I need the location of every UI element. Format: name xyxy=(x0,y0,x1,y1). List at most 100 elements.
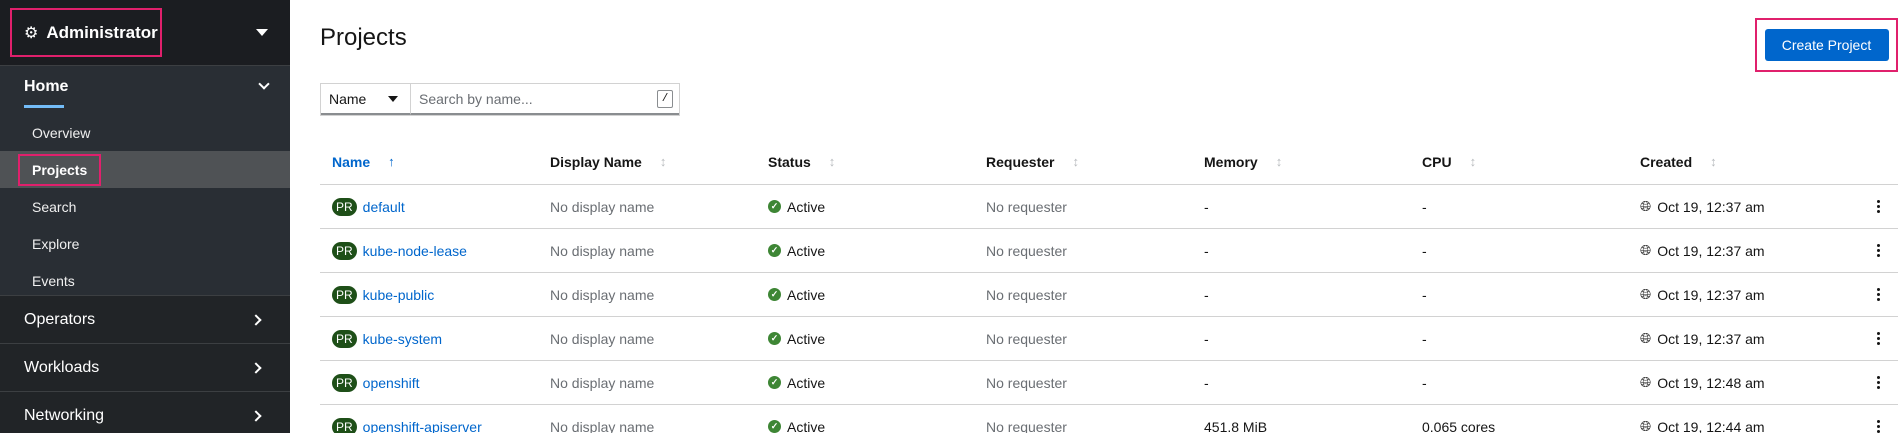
perspective-switcher[interactable]: ⚙ Administrator xyxy=(0,0,290,66)
cpu-cell: 0.065 cores xyxy=(1422,418,1496,433)
cpu-cell: - xyxy=(1422,374,1427,391)
search-input[interactable] xyxy=(419,90,649,107)
column-header-name[interactable]: Name ↑ xyxy=(320,154,538,170)
sidebar-item-explore[interactable]: Explore xyxy=(0,225,290,262)
column-header-requester[interactable]: Requester ↕ xyxy=(974,154,1192,170)
sort-icon: ↕ xyxy=(828,154,836,169)
sidebar-item-label: Search xyxy=(32,198,77,215)
kebab-icon xyxy=(1876,332,1880,345)
check-circle-icon: ✓ xyxy=(768,376,781,389)
create-project-button[interactable]: Create Project xyxy=(1764,29,1889,61)
search-box: / xyxy=(411,84,679,115)
kebab-icon xyxy=(1876,376,1880,389)
project-name-link[interactable]: default xyxy=(363,199,405,215)
filter-toolbar: Name / xyxy=(320,83,680,116)
sort-icon: ↕ xyxy=(659,154,667,169)
nav-section-label: Operators xyxy=(24,310,96,328)
nav-section-label: Workloads xyxy=(24,358,100,376)
sidebar-item-overview[interactable]: Overview xyxy=(0,114,290,151)
perspective-toggle[interactable]: ⚙ Administrator xyxy=(10,8,162,57)
chevron-right-icon xyxy=(250,409,262,422)
row-actions-kebab[interactable] xyxy=(1846,332,1898,345)
caret-down-icon xyxy=(388,95,398,102)
project-name-link[interactable]: kube-node-lease xyxy=(363,243,467,259)
requester-cell: No requester xyxy=(986,242,1067,259)
sidebar-item-label: Overview xyxy=(32,124,91,141)
display-name-cell: No display name xyxy=(550,330,655,347)
check-circle-icon: ✓ xyxy=(768,288,781,301)
sidebar-item-events[interactable]: Events xyxy=(0,262,290,299)
column-header-display-name[interactable]: Display Name ↕ xyxy=(538,154,756,170)
check-circle-icon: ✓ xyxy=(768,244,781,257)
status-text: Active xyxy=(787,330,826,347)
display-name-cell: No display name xyxy=(550,286,655,303)
check-circle-icon: ✓ xyxy=(768,332,781,345)
table-row: PR openshift No display name ✓ Active No r… xyxy=(320,361,1898,405)
memory-cell: - xyxy=(1204,330,1209,347)
row-actions-kebab[interactable] xyxy=(1846,244,1898,257)
sort-icon: ↕ xyxy=(1072,154,1079,169)
chevron-down-icon xyxy=(258,78,270,90)
status-text: Active xyxy=(787,242,826,259)
projects-table: Name ↑ Display Name ↕ Status ↕ Requester ↕ M… xyxy=(320,139,1898,433)
row-actions-kebab[interactable] xyxy=(1846,288,1898,301)
nav-section-operators[interactable]: Operators xyxy=(0,295,290,343)
nav-section-home-label: Home xyxy=(24,78,69,108)
row-actions-kebab[interactable] xyxy=(1846,420,1898,433)
requester-cell: No requester xyxy=(986,286,1067,303)
project-name-link[interactable]: openshift xyxy=(363,375,420,391)
sidebar: ⚙ Administrator Home Overview Projects S… xyxy=(0,0,290,433)
cpu-cell: - xyxy=(1422,242,1427,259)
status-text: Active xyxy=(787,198,826,215)
check-circle-icon: ✓ xyxy=(768,200,781,213)
page-title: Projects xyxy=(320,24,407,51)
globe-icon: 🌐︎ xyxy=(1640,242,1652,258)
status-text: Active xyxy=(787,418,826,433)
sidebar-item-label: Explore xyxy=(32,235,80,252)
column-header-status[interactable]: Status ↕ xyxy=(756,154,974,170)
cpu-cell: - xyxy=(1422,198,1427,215)
create-project-highlight: Create Project xyxy=(1755,18,1898,72)
column-label: Display Name xyxy=(550,153,642,170)
globe-icon: 🌐︎ xyxy=(1640,418,1652,433)
column-header-created[interactable]: Created ↕ xyxy=(1628,154,1846,170)
globe-icon: 🌐︎ xyxy=(1640,330,1652,346)
project-name-link[interactable]: kube-system xyxy=(363,331,442,347)
home-subnav: Overview Projects Search Explore Events xyxy=(0,114,290,299)
column-label: Status xyxy=(768,153,811,170)
chevron-down-icon[interactable] xyxy=(256,29,268,36)
column-header-cpu[interactable]: CPU ↕ xyxy=(1410,154,1628,170)
column-label: Created xyxy=(1640,153,1693,170)
filter-type-value: Name xyxy=(329,90,367,107)
sidebar-item-search[interactable]: Search xyxy=(0,188,290,225)
project-badge: PR xyxy=(332,417,357,433)
shortcut-key-badge: / xyxy=(657,89,673,108)
display-name-cell: No display name xyxy=(550,198,655,215)
display-name-cell: No display name xyxy=(550,418,655,433)
sidebar-item-projects[interactable]: Projects xyxy=(0,151,290,188)
kebab-icon xyxy=(1876,420,1880,433)
sidebar-item-label: Events xyxy=(32,272,75,289)
nav-section-home[interactable]: Home xyxy=(0,66,290,108)
display-name-cell: No display name xyxy=(550,242,655,259)
memory-cell: - xyxy=(1204,198,1209,215)
table-row: PR kube-system No display name ✓ Active No… xyxy=(320,317,1898,361)
row-actions-kebab[interactable] xyxy=(1846,376,1898,389)
row-actions-kebab[interactable] xyxy=(1846,200,1898,213)
column-label: Name xyxy=(332,153,371,170)
nav-section-workloads[interactable]: Workloads xyxy=(0,343,290,391)
project-name-link[interactable]: openshift-apiserver xyxy=(363,419,482,433)
sort-icon: ↕ xyxy=(1275,154,1283,169)
memory-cell: - xyxy=(1204,242,1209,259)
created-text: Oct 19, 12:37 am xyxy=(1657,286,1765,303)
column-label: CPU xyxy=(1422,153,1452,170)
sort-ascending-icon: ↑ xyxy=(388,154,395,169)
column-header-memory[interactable]: Memory ↕ xyxy=(1192,154,1410,170)
nav-section-networking[interactable]: Networking xyxy=(0,391,290,433)
filter-type-select[interactable]: Name xyxy=(321,84,411,115)
table-header: Name ↑ Display Name ↕ Status ↕ Requester ↕ M… xyxy=(320,139,1898,185)
cpu-cell: - xyxy=(1422,330,1427,347)
nav-group-home: Home Overview Projects Search Explore Ev… xyxy=(0,66,290,295)
project-name-link[interactable]: kube-public xyxy=(363,287,435,303)
main-content: Projects Create Project Name / Name ↑ Dis… xyxy=(290,0,1903,433)
